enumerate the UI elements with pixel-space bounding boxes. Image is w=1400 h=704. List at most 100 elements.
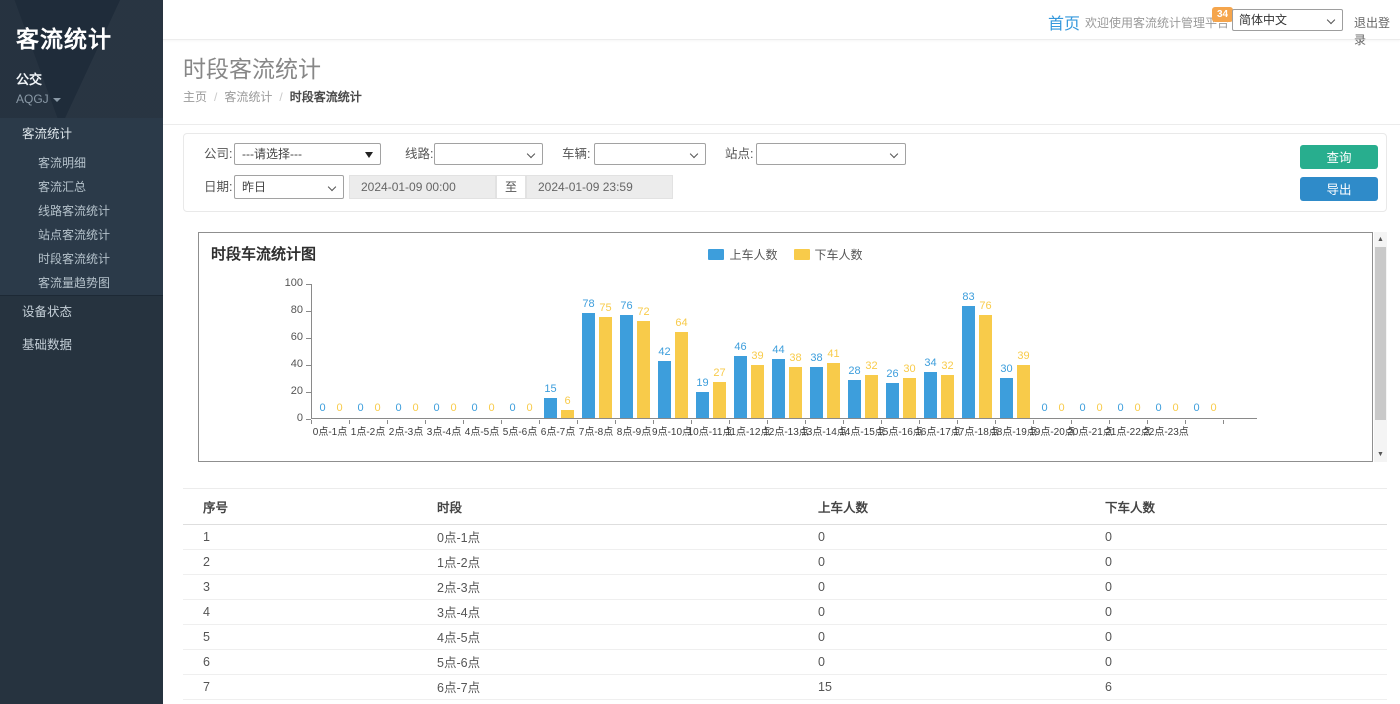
x-axis-tick [425,420,426,424]
x-axis-label: 8点-9点 [617,423,651,438]
org-code-dropdown[interactable]: AQGJ [16,92,163,106]
bar-boarding [620,315,633,418]
scrollbar-thumb[interactable] [1375,247,1386,420]
x-axis-tick [805,420,806,424]
vehicle-label: 车辆: [562,143,590,165]
sidebar-subitem[interactable]: 客流汇总 [0,175,163,199]
sidebar-subitem[interactable]: 站点客流统计 [0,223,163,247]
x-axis-label: 9点-10点 [652,423,692,438]
bar-group: 2832 [844,283,882,418]
app-root: 客流统计 公交 AQGJ 客流统计 客流明细客流汇总线路客流统计站点客流统计时段… [0,0,1400,704]
logout-link[interactable]: 退出登录 [1354,14,1400,48]
bar-boarding [658,361,671,418]
breadcrumb-passenger-stats[interactable]: 客流统计 [224,90,272,104]
bar-group: 156 [540,283,578,418]
query-button[interactable]: 查询 [1300,145,1378,169]
station-label: 站点: [725,143,753,165]
x-axis-tick [653,420,654,424]
sidebar-subitem[interactable]: 线路客流统计 [0,199,163,223]
chart-box: 时段车流统计图 上车人数 下车人数 0000000000001567875767… [198,232,1373,462]
sidebar-item-base-data[interactable]: 基础数据 [0,329,163,362]
scroll-down-icon[interactable]: ▼ [1374,448,1387,461]
notification-badge: 34 [1212,7,1233,22]
date-label: 日期: [204,176,232,198]
table-row: 76点-7点156 [183,674,1387,699]
table-header-row: 序号 时段 上车人数 下车人数 [183,489,1387,524]
bar-group: 00 [1148,283,1186,418]
sidebar-subitem[interactable]: 时段客流统计 [0,247,163,271]
chevron-down-icon [1327,16,1335,24]
bar-group: 3039 [996,283,1034,418]
bar-alighting [827,363,840,418]
vehicle-select[interactable] [594,143,706,165]
language-select[interactable]: 简体中文 [1232,9,1343,31]
x-axis-tick [1147,420,1148,424]
vertical-scrollbar[interactable]: ▲ ▼ [1374,232,1387,462]
home-link[interactable]: 首页 [1048,10,1080,34]
y-axis-label: 0 [265,412,303,424]
legend-item-boarding: 上车人数 [708,246,777,263]
date-preset-select[interactable]: 昨日 [234,175,344,199]
table-cell: 4 [183,599,417,624]
x-axis-tick [1071,420,1072,424]
x-axis-tick [729,420,730,424]
export-button[interactable]: 导出 [1300,177,1378,201]
legend-item-alighting: 下车人数 [794,246,863,263]
bar-boarding [962,306,975,418]
date-from-input[interactable]: 2024-01-09 00:00 [349,175,496,199]
chevron-down-icon [527,150,535,158]
sidebar-subitem[interactable]: 客流明细 [0,151,163,175]
line-label: 线路: [405,143,433,165]
company-select[interactable]: ---请选择--- [234,143,381,165]
y-axis-label: 20 [265,385,303,397]
date-to-input[interactable]: 2024-01-09 23:59 [526,175,673,199]
table-row: 32点-3点00 [183,574,1387,599]
table-cell: 2 [183,549,417,574]
sidebar-subitem[interactable]: 客流量趋势图 [0,271,163,295]
line-select[interactable] [434,143,543,165]
y-axis-label: 80 [265,304,303,316]
station-select[interactable] [756,143,906,165]
sidebar-item-passenger-stats[interactable]: 客流统计 [0,118,163,151]
bar-group: 3841 [806,283,844,418]
table-row: 65点-6点00 [183,649,1387,674]
table-cell: 0 [1085,599,1387,624]
table-row: 21点-2点00 [183,549,1387,574]
chart-bars-area: 0000000000001567875767242641927463944383… [311,284,1257,419]
bar-group: 00 [502,283,540,418]
x-axis-tick [1185,420,1186,424]
chart-legend: 上车人数 下车人数 [199,246,1372,263]
y-axis-tick [306,365,311,366]
x-axis-tick [387,420,388,424]
table-cell: 0 [1085,649,1387,674]
table-cell: 6点-7点 [417,674,798,699]
table-cell: 0点-1点 [417,524,798,549]
y-axis-label: 60 [265,331,303,343]
table-cell: 0 [1085,574,1387,599]
bar-group: 00 [350,283,388,418]
table-cell: 0 [798,649,1085,674]
scroll-up-icon[interactable]: ▲ [1374,233,1387,246]
logo-block: 客流统计 公交 AQGJ [0,0,163,118]
table-cell: 1点-2点 [417,549,798,574]
legend-label-boarding: 上车人数 [729,246,777,263]
chevron-down-icon [890,150,898,158]
bar-boarding [582,313,595,418]
sidebar: 客流统计 公交 AQGJ 客流统计 客流明细客流汇总线路客流统计站点客流统计时段… [0,0,163,704]
x-axis-label: 4点-5点 [465,423,499,438]
table-cell: 0 [1085,549,1387,574]
x-axis-label: 7点-8点 [579,423,613,438]
breadcrumb-home[interactable]: 主页 [183,90,207,104]
welcome-text: 欢迎使用客流统计管理平台 [1085,14,1229,31]
bar-group: 00 [312,283,350,418]
org-code-label: AQGJ [16,92,49,106]
bar-alighting [751,365,764,418]
org-name: 公交 [16,69,163,88]
bar-group: 00 [426,283,464,418]
x-axis-tick [577,420,578,424]
sidebar-item-device-status[interactable]: 设备状态 [0,296,163,329]
legend-label-alighting: 下车人数 [815,246,863,263]
language-value: 简体中文 [1239,13,1287,27]
y-axis-tick [306,338,311,339]
bar-group: 4438 [768,283,806,418]
